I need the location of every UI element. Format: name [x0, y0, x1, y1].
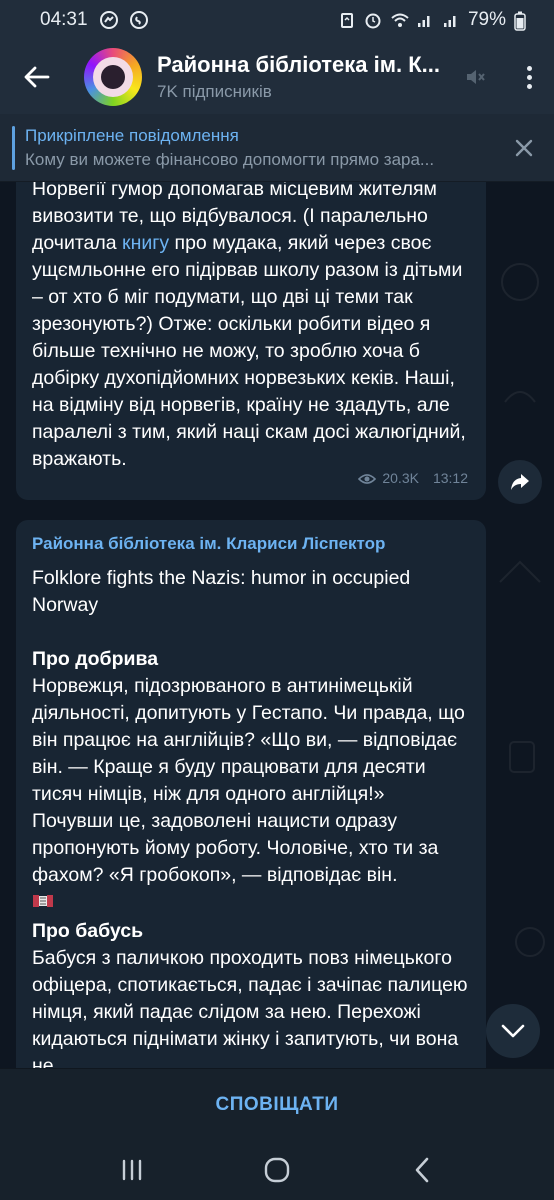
post-title: Folklore fights the Nazis: humor in occu… — [32, 567, 411, 616]
section-text: Норвежця, підозрюваного в антинімецькій … — [32, 675, 471, 886]
back-button[interactable] — [0, 40, 74, 114]
recent-apps-button[interactable] — [102, 1145, 162, 1195]
home-button[interactable] — [247, 1145, 307, 1195]
channel-info[interactable]: Районна бібліотека ім. К... 7K підписник… — [157, 52, 457, 102]
notify-button[interactable]: СПОВІЩАТИ — [215, 1094, 338, 1116]
more-menu-button[interactable] — [504, 40, 554, 114]
alarm-icon — [364, 11, 382, 29]
back-arrow-icon — [24, 66, 50, 88]
recent-apps-icon — [123, 1159, 142, 1181]
status-time: 04:31 — [40, 9, 88, 30]
channel-title: Районна бібліотека ім. К... — [157, 52, 440, 77]
book-link[interactable]: книгу — [122, 232, 169, 254]
avatar-inner — [93, 57, 133, 97]
pinned-text: Кому ви можете фінансово допомогти прямо… — [25, 149, 435, 169]
message-text-part: про мудака, який через своє ущємльонне е… — [32, 232, 472, 470]
section-title: Про бабусь — [32, 920, 144, 942]
message-bubble[interactable]: Норвегії гумор допомагав місцевим жителя… — [16, 182, 486, 500]
status-left: 04:31 — [40, 9, 148, 31]
section-title: Про добрива — [32, 648, 159, 670]
scroll-down-button[interactable] — [486, 1004, 540, 1058]
views-icon — [358, 473, 377, 484]
status-bar: 04:31 79% — [0, 0, 554, 40]
message-bubble-forwarded[interactable]: Районна бібліотека ім. Клариси Ліспектор… — [16, 520, 486, 1068]
accordion-emoji-icon — [32, 891, 54, 909]
signal-icon-2 — [442, 11, 460, 29]
share-arrow-icon — [511, 474, 529, 490]
view-count: 20.3K — [382, 470, 419, 486]
bottom-action-bar: СПОВІЩАТИ — [0, 1068, 554, 1140]
share-button[interactable] — [498, 460, 542, 504]
close-pinned-button[interactable] — [502, 126, 546, 170]
back-nav-button[interactable] — [392, 1145, 452, 1195]
battery-percent: 79% — [467, 9, 506, 30]
subscriber-count: 7K підписників — [157, 82, 272, 101]
close-icon — [515, 139, 533, 156]
signal-icon — [416, 11, 434, 29]
avatar-portrait — [101, 65, 125, 89]
pinned-content: Прикріплене повідомлення Кому ви можете … — [25, 126, 495, 170]
chat-area[interactable]: Норвегії гумор допомагав місцевим жителя… — [0, 182, 554, 1068]
pinned-label: Прикріплене повідомлення — [25, 125, 239, 145]
message-time: 13:12 — [432, 470, 468, 486]
home-icon — [264, 1157, 290, 1183]
forwarded-author[interactable]: Районна бібліотека ім. Клариси Ліспектор — [32, 530, 470, 557]
system-nav-bar — [0, 1140, 554, 1200]
messenger-icon — [99, 11, 118, 29]
menu-dot — [526, 74, 532, 80]
battery-icon — [514, 11, 532, 31]
menu-dot — [526, 83, 532, 89]
section-text: Бабуся з паличкою проходить повз німецьк… — [32, 947, 473, 1068]
chat-header: Районна бібліотека ім. К... 7K підписник… — [0, 40, 554, 114]
shazam-icon — [129, 11, 148, 29]
pinned-message[interactable]: Прикріплене повідомлення Кому ви можете … — [0, 114, 554, 182]
back-chevron-icon — [415, 1157, 428, 1183]
wifi-icon — [390, 11, 409, 29]
mute-icon — [467, 70, 485, 84]
status-right: 79% — [338, 9, 532, 31]
chevron-down-icon — [501, 1024, 525, 1038]
pinned-indicator — [12, 125, 15, 170]
menu-dot — [526, 65, 532, 71]
recycle-icon — [338, 11, 356, 29]
channel-avatar[interactable] — [84, 48, 142, 106]
message-meta: 20.3K 13:12 — [358, 465, 468, 492]
message-text: Норвегії гумор допомагав місцевим жителя… — [32, 182, 470, 473]
